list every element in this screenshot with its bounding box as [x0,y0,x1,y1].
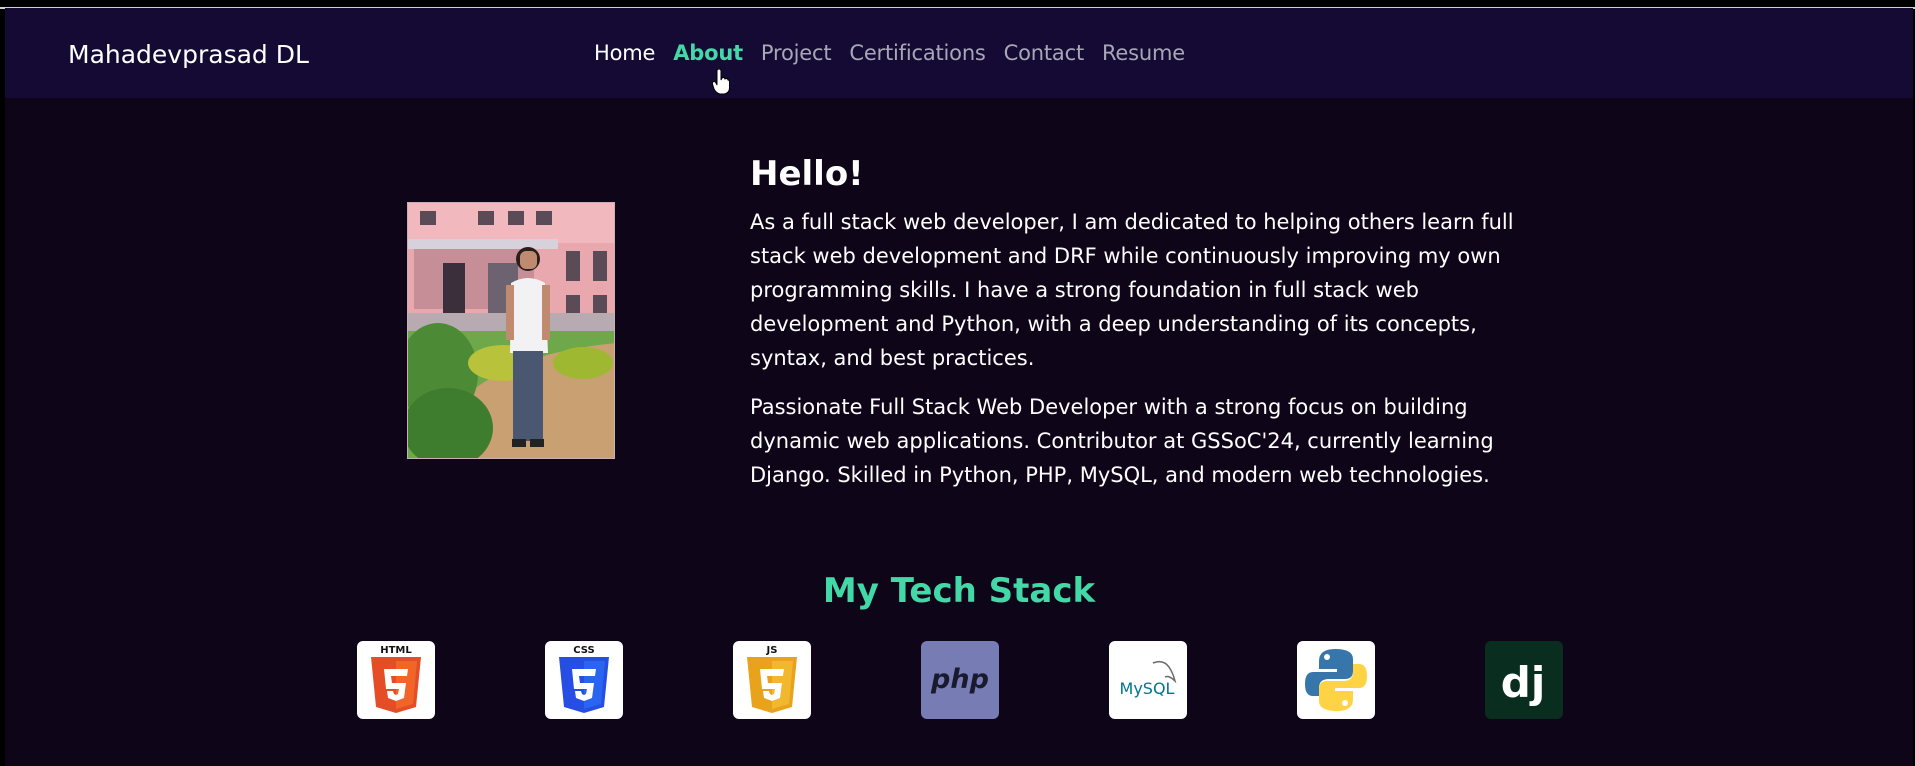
nav-home[interactable]: Home [594,41,655,65]
javascript-icon: JS [733,641,811,719]
python-icon [1297,641,1375,719]
page: Mahadevprasad DL Home About Project Cert… [5,8,1913,766]
nav-contact[interactable]: Contact [1004,41,1085,65]
profile-photo [407,202,615,459]
about-heading: Hello! [750,154,864,194]
brand-name[interactable]: Mahadevprasad DL [68,40,309,69]
nav-certifications[interactable]: Certifications [849,41,985,65]
php-icon: php [921,641,999,719]
nav-links: Home About Project Certifications Contac… [594,41,1203,65]
nav-resume[interactable]: Resume [1102,41,1185,65]
svg-text:CSS: CSS [573,645,594,656]
svg-text:php: php [930,664,989,695]
mysql-icon: MySQL [1109,641,1187,719]
nav-project[interactable]: Project [761,41,832,65]
nav-about[interactable]: About [673,41,743,65]
about-paragraph-1: As a full stack web developer, I am dedi… [750,210,1514,370]
about-paragraph-2: Passionate Full Stack Web Developer with… [750,395,1494,487]
django-icon: dj [1485,641,1563,719]
svg-text:MySQL: MySQL [1120,679,1175,698]
css3-icon: CSS [545,641,623,719]
navbar: Mahadevprasad DL Home About Project Cert… [5,8,1913,98]
svg-text:JS: JS [766,645,778,656]
hand-pointer-icon [712,69,730,95]
svg-text:dj: dj [1501,658,1545,707]
html5-icon: HTML [357,641,435,719]
svg-text:HTML: HTML [380,645,412,656]
tech-stack-title: My Tech Stack [822,571,1096,611]
